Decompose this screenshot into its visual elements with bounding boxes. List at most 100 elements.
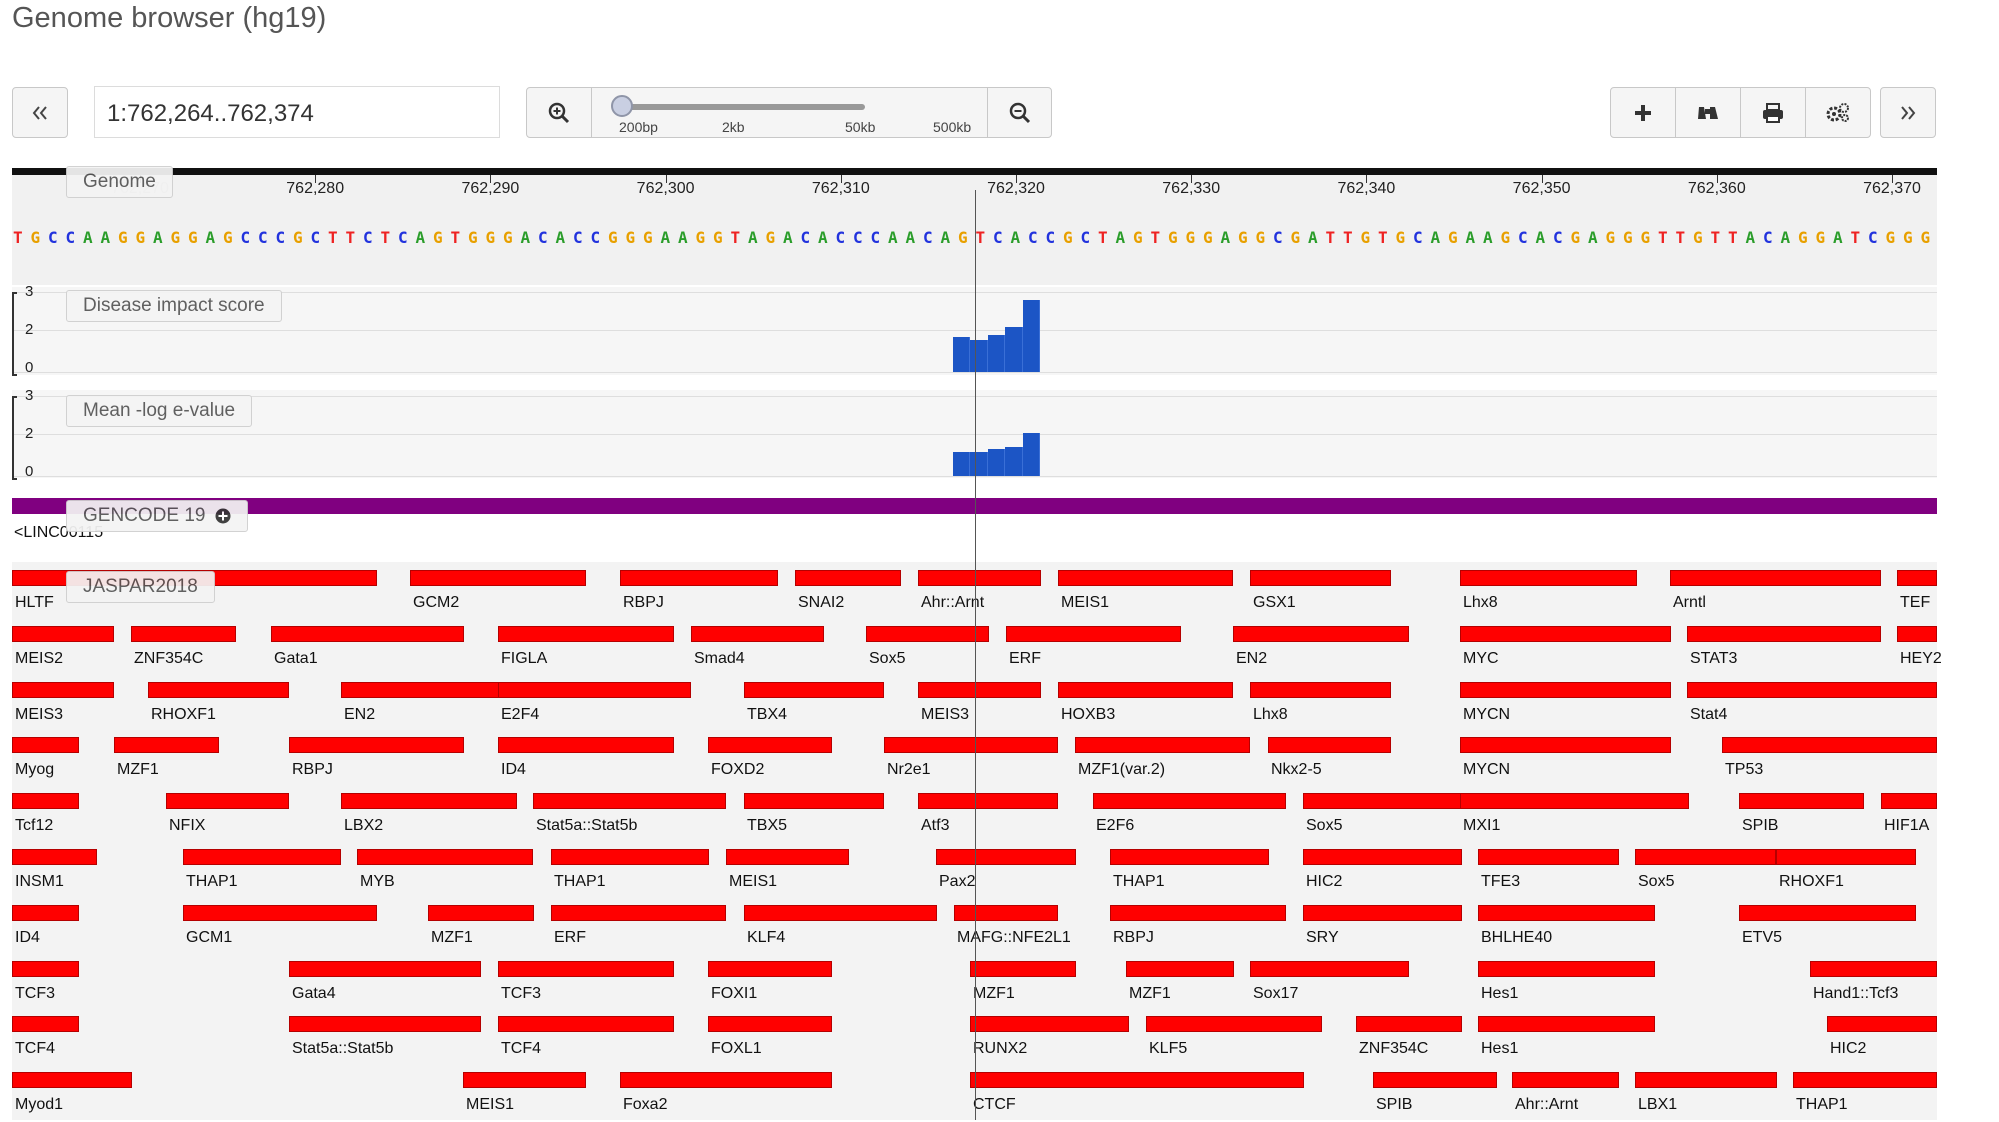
jaspar-feature-bar[interactable] — [795, 570, 901, 586]
zoom-out-button[interactable] — [988, 88, 1052, 137]
jaspar-feature-bar[interactable] — [498, 960, 674, 977]
jaspar-feature-bar[interactable] — [1250, 681, 1391, 698]
jaspar-feature-bar[interactable] — [148, 681, 289, 698]
jaspar-feature-bar[interactable] — [498, 625, 674, 642]
jaspar-feature-bar[interactable] — [1146, 1016, 1322, 1033]
jaspar-feature-bar[interactable] — [620, 570, 778, 586]
jaspar-feature-bar[interactable] — [970, 1016, 1129, 1033]
location-input[interactable]: 1:762,264..762,374 — [94, 86, 500, 138]
jaspar-feature-bar[interactable] — [498, 1016, 674, 1033]
jaspar-feature-bar[interactable] — [970, 960, 1076, 977]
expand-plus-icon[interactable] — [215, 508, 231, 524]
jaspar-track-label[interactable]: JASPAR2018 — [66, 571, 215, 603]
evalue-bar[interactable] — [1022, 433, 1040, 476]
jaspar-feature-bar[interactable] — [12, 904, 79, 921]
jaspar-feature-bar[interactable] — [744, 904, 937, 921]
jaspar-feature-bar[interactable] — [726, 849, 849, 865]
jaspar-feature-bar[interactable] — [12, 737, 79, 754]
jaspar-feature-bar[interactable] — [341, 793, 517, 810]
jaspar-feature-bar[interactable] — [1687, 625, 1881, 642]
jaspar-feature-bar[interactable] — [1478, 960, 1655, 977]
disease-score-bar[interactable] — [1005, 326, 1023, 372]
jaspar-feature-bar[interactable] — [533, 793, 726, 810]
jaspar-feature-bar[interactable] — [131, 625, 236, 642]
jaspar-feature-bar[interactable] — [1810, 960, 1937, 977]
jaspar-feature-bar[interactable] — [289, 1016, 481, 1033]
jaspar-feature-bar[interactable] — [183, 904, 377, 921]
jaspar-feature-bar[interactable] — [410, 570, 586, 586]
jaspar-feature-bar[interactable] — [1776, 849, 1916, 865]
jaspar-feature-bar[interactable] — [970, 1072, 1304, 1089]
genome-track-label[interactable]: Genome — [66, 166, 173, 198]
gencode-track-label[interactable]: GENCODE 19 — [66, 500, 249, 532]
zoom-slider-handle[interactable] — [611, 95, 633, 117]
disease-score-bar[interactable] — [987, 334, 1006, 372]
jaspar-feature-bar[interactable] — [620, 1072, 832, 1089]
jaspar-feature-bar[interactable] — [918, 570, 1041, 586]
jaspar-feature-bar[interactable] — [1110, 904, 1286, 921]
jaspar-feature-bar[interactable] — [1303, 793, 1462, 810]
jaspar-feature-bar[interactable] — [289, 960, 481, 977]
jaspar-feature-bar[interactable] — [1460, 681, 1671, 698]
jaspar-feature-bar[interactable] — [166, 793, 289, 810]
jaspar-feature-bar[interactable] — [498, 681, 691, 698]
evalue-bar[interactable] — [987, 449, 1006, 476]
jaspar-feature-bar[interactable] — [1058, 681, 1233, 698]
add-track-button[interactable] — [1611, 88, 1675, 137]
disease-score-bar[interactable] — [1022, 300, 1040, 372]
jaspar-feature-bar[interactable] — [1303, 904, 1462, 921]
disease-track-label[interactable]: Disease impact score — [66, 290, 282, 322]
jaspar-feature-bar[interactable] — [12, 1072, 132, 1089]
jaspar-feature-bar[interactable] — [1687, 681, 1937, 698]
jaspar-feature-bar[interactable] — [1460, 625, 1671, 642]
jaspar-feature-bar[interactable] — [289, 737, 464, 754]
jaspar-feature-bar[interactable] — [1897, 570, 1937, 586]
jaspar-feature-bar[interactable] — [183, 849, 341, 865]
jaspar-feature-bar[interactable] — [1827, 1016, 1937, 1033]
jaspar-feature-bar[interactable] — [12, 960, 79, 977]
jaspar-feature-bar[interactable] — [12, 1016, 79, 1033]
jaspar-feature-bar[interactable] — [1793, 1072, 1937, 1089]
jaspar-feature-bar[interactable] — [884, 737, 1058, 754]
jaspar-feature-bar[interactable] — [114, 737, 219, 754]
jaspar-feature-bar[interactable] — [1512, 1072, 1619, 1089]
jaspar-feature-bar[interactable] — [1881, 793, 1937, 810]
jaspar-feature-bar[interactable] — [1739, 904, 1916, 921]
jaspar-feature-bar[interactable] — [1006, 625, 1181, 642]
jaspar-feature-bar[interactable] — [12, 793, 79, 810]
jaspar-feature-bar[interactable] — [1460, 570, 1637, 586]
evalue-bar[interactable] — [1005, 446, 1023, 476]
jaspar-feature-bar[interactable] — [708, 737, 832, 754]
jaspar-feature-bar[interactable] — [918, 793, 1058, 810]
jaspar-feature-bar[interactable] — [1739, 793, 1864, 810]
evalue-bar[interactable] — [953, 452, 971, 476]
jaspar-feature-bar[interactable] — [341, 681, 517, 698]
jaspar-feature-bar[interactable] — [866, 625, 989, 642]
jaspar-feature-bar[interactable] — [1460, 793, 1689, 810]
jaspar-feature-bar[interactable] — [1478, 1016, 1655, 1033]
jaspar-feature-bar[interactable] — [1635, 1072, 1777, 1089]
print-button[interactable] — [1741, 88, 1805, 137]
jaspar-feature-bar[interactable] — [744, 793, 884, 810]
jaspar-feature-bar[interactable] — [463, 1072, 586, 1089]
disease-score-bar[interactable] — [970, 340, 988, 372]
jaspar-feature-bar[interactable] — [936, 849, 1076, 865]
jaspar-feature-bar[interactable] — [357, 849, 533, 865]
evalue-bar[interactable] — [970, 452, 988, 476]
jaspar-feature-bar[interactable] — [551, 904, 726, 921]
jaspar-feature-bar[interactable] — [12, 625, 114, 642]
jaspar-feature-bar[interactable] — [1233, 625, 1409, 642]
zoom-slider-track[interactable] — [621, 104, 865, 110]
jaspar-feature-bar[interactable] — [1373, 1072, 1497, 1089]
jaspar-feature-bar[interactable] — [1460, 737, 1671, 754]
jaspar-feature-bar[interactable] — [12, 849, 97, 865]
scroll-left-button[interactable] — [12, 87, 68, 138]
jaspar-feature-bar[interactable] — [954, 904, 1058, 921]
scroll-right-button[interactable] — [1880, 87, 1936, 138]
jaspar-feature-bar[interactable] — [498, 737, 674, 754]
jaspar-feature-bar[interactable] — [1058, 570, 1233, 586]
jaspar-feature-bar[interactable] — [708, 1016, 832, 1033]
jaspar-feature-bar[interactable] — [1075, 737, 1250, 754]
jaspar-feature-bar[interactable] — [1478, 849, 1619, 865]
jaspar-feature-bar[interactable] — [1268, 737, 1391, 754]
